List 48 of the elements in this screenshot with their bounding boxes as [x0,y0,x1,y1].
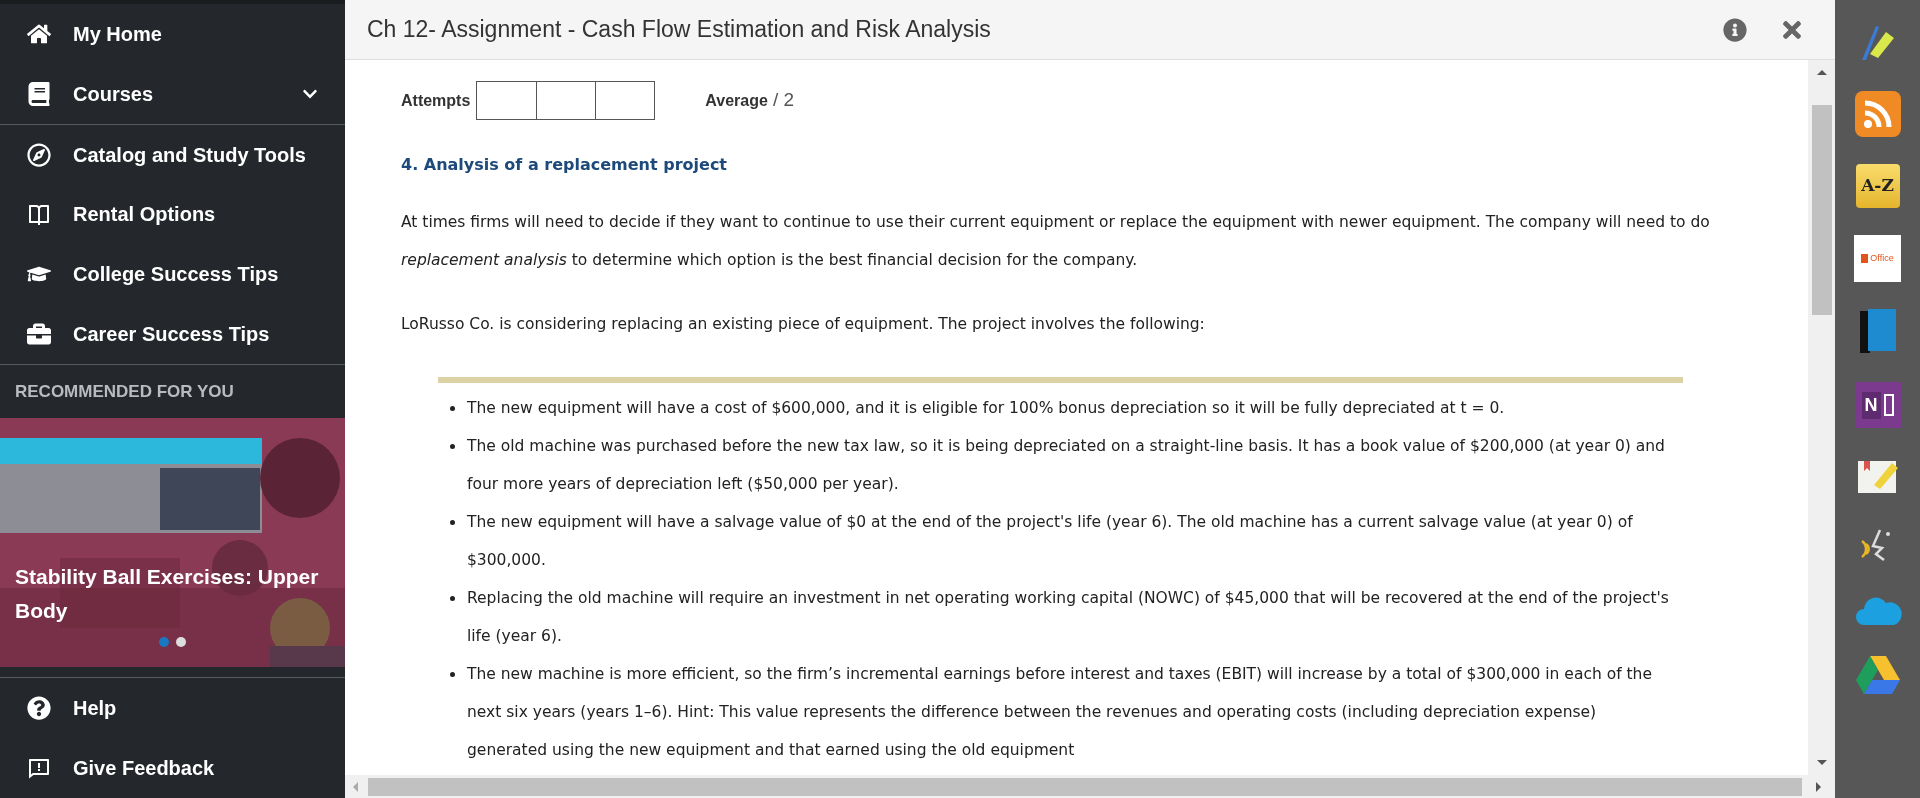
recommended-card[interactable]: Stability Ball Exercises: Upper Body [0,417,345,668]
list-item-text: The new equipment will have a salvage value of $0 at the end of the project's life (year 6). The old machine has a current salvage value (at year 0) of $300,000. [467,512,1634,571]
dictionary-icon[interactable]: A-Z [1855,164,1900,208]
sidebar-item[interactable]: Catalog and Study Tools [0,124,345,185]
sidebar-item[interactable]: Courses [0,63,345,124]
briefcase-icon [27,322,51,347]
sidebar-item[interactable]: Help [0,678,345,739]
sidebar-item[interactable]: Career Success Tips [0,304,345,365]
rss-icon[interactable] [1854,91,1901,137]
vertical-scrollbar[interactable] [1808,60,1835,775]
bullet-icon [450,520,455,525]
paragraph: At times firms will need to decide if they want to continue to use their current equipment or replace the equipment with newer equipment. The company will need to do replacement analysis to determine which option is the best financial decision for the company. [401,212,1711,271]
scroll-thumb[interactable] [1811,105,1832,315]
book-icon [27,81,51,106]
bullet-icon [450,406,455,411]
list-item-text: The old machine was purchased before the new tax law, so it is being depreciated on a straight-line basis. It has a book value of $200,000 (at year 0) and four more years of depreciation left ($50,000 per year). [467,436,1666,495]
bullet-icon [450,596,455,601]
scroll-thumb[interactable] [368,777,1802,796]
section-heading: RECOMMENDED FOR YOU [15,380,234,403]
notebook-icon[interactable]: N [1854,382,1901,428]
horizontal-scrollbar[interactable] [345,775,1835,798]
question-heading: 4. Analysis of a replacement project [401,154,728,176]
average-label: Average [705,90,768,111]
scroll-down-icon[interactable] [1816,760,1827,765]
sidebar-item[interactable]: My Home [0,4,345,64]
sidebar-item[interactable]: College Success Tips [0,244,345,305]
list-item-text: The new machine is more efficient, so the firm’s incremental earnings before interest and taxes (EBIT) will increase by a total of $300,000 in each of the next six years (years 1–6). Hint: This value represents the difference between the revenues and operating costs (including depreciation expense) generated using the new equipment and that earned using the old equipment [467,664,1653,761]
scroll-right-icon[interactable] [1816,781,1821,792]
book-icon[interactable] [1857,309,1898,355]
list-item-text: The new equipment will have a cost of $600,000, and it is eligible for 100% bonus depreciation so it will be fully depreciated at t = 0. [467,398,1505,419]
sidebar-item[interactable]: Give Feedback [0,738,345,798]
attempts-label: Attempts [401,90,471,111]
window-title: Ch 12- Assignment - Cash Flow Estimation and Risk Analysis [367,15,992,45]
feedback-icon [27,756,51,781]
list-item-text: Replacing the old machine will require an investment in net operating working capital (NOWC) of $45,000 that will be recovered at the end of the project's life (year 6). [467,588,1670,647]
drive-icon[interactable] [1855,654,1900,694]
card-title: Stability Ball Exercises: Upper Body [15,564,319,622]
info-icon[interactable] [1723,17,1747,42]
average-value: / 2 [772,88,795,113]
scroll-up-icon[interactable] [1816,70,1827,75]
compass-icon [27,142,51,167]
sidebar-item[interactable]: Rental Options [0,184,345,245]
paragraph: LoRusso Co. is considering replacing an existing piece of equipment. The project involves the following: [401,314,1206,335]
bullet-icon [450,672,455,677]
open-book-icon [27,202,51,227]
help-icon [27,696,51,721]
bullet-icon [450,444,455,449]
office-icon[interactable]: Office [1854,235,1901,282]
